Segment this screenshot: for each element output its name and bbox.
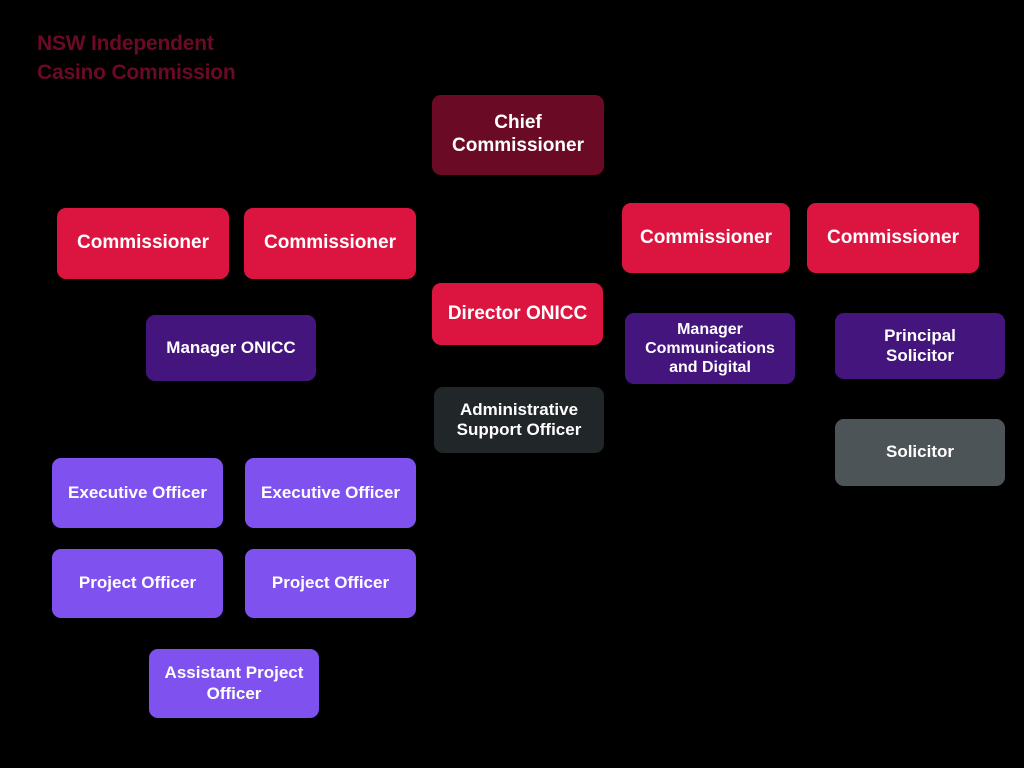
org-node-label-executive-officer-2: Executive Officer	[261, 482, 400, 502]
org-node-manager-communications-and-digital[interactable]: Manager Communications and Digital	[625, 313, 795, 384]
org-node-administrative-support-officer[interactable]: Administrative Support Officer	[434, 387, 604, 453]
org-node-label-project-officer-2: Project Officer	[271, 573, 390, 593]
org-node-director-onicc[interactable]: Director ONICC	[432, 283, 603, 345]
org-node-chief-commissioner[interactable]: Chief Commissioner	[432, 95, 604, 175]
org-chart-canvas: NSW Independent Casino Commission Chief …	[0, 0, 1024, 768]
org-node-label-commissioner-3: Commissioner	[640, 226, 772, 248]
org-node-label-manager-onicc: Manager ONICC	[166, 337, 296, 357]
org-node-executive-officer-1[interactable]: Executive Officer	[52, 458, 223, 528]
org-node-project-officer-1[interactable]: Project Officer	[52, 549, 223, 618]
org-node-label-director-onicc: Director ONICC	[447, 302, 588, 324]
org-node-commissioner-2[interactable]: Commissioner	[244, 208, 416, 279]
page-title: NSW Independent Casino Commission	[37, 32, 236, 84]
org-node-manager-onicc[interactable]: Manager ONICC	[146, 315, 316, 381]
org-node-commissioner-4[interactable]: Commissioner	[807, 203, 979, 273]
org-node-label-chief-commissioner: Chief Commissioner	[452, 112, 584, 156]
org-node-label-commissioner-1: Commissioner	[77, 232, 209, 254]
org-node-label-commissioner-2: Commissioner	[264, 232, 396, 254]
org-node-label-manager-communications-and-digital: Manager Communications and Digital	[645, 320, 775, 377]
org-node-label-project-officer-1: Project Officer	[78, 573, 197, 593]
org-node-commissioner-3[interactable]: Commissioner	[622, 203, 790, 273]
org-node-project-officer-2[interactable]: Project Officer	[245, 549, 416, 618]
org-node-executive-officer-2[interactable]: Executive Officer	[245, 458, 416, 528]
org-node-label-administrative-support-officer: Administrative Support Officer	[456, 399, 582, 439]
org-node-label-executive-officer-1: Executive Officer	[68, 482, 207, 502]
org-node-solicitor[interactable]: Solicitor	[835, 419, 1005, 486]
org-node-label-assistant-project-officer: Assistant Project Officer	[164, 663, 304, 703]
org-node-commissioner-1[interactable]: Commissioner	[57, 208, 229, 279]
org-node-assistant-project-officer[interactable]: Assistant Project Officer	[149, 649, 319, 718]
org-node-label-commissioner-4: Commissioner	[827, 226, 959, 248]
org-node-label-solicitor: Solicitor	[885, 442, 954, 462]
org-node-label-principal-solicitor: Principal Solicitor	[884, 325, 956, 365]
org-node-principal-solicitor[interactable]: Principal Solicitor	[835, 313, 1005, 379]
